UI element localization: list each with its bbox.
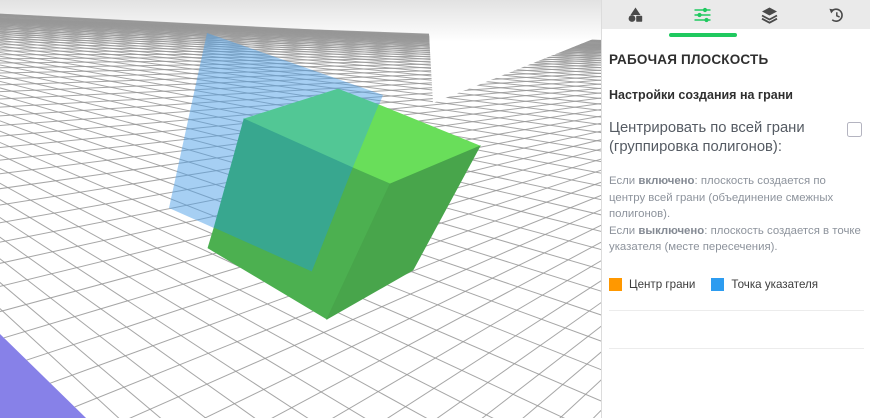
history-icon: [829, 7, 843, 22]
toggle-label: Центрировать по всей грани (группировка …: [609, 120, 805, 155]
help-seg: Если: [609, 175, 639, 187]
active-tab-indicator: [669, 33, 737, 37]
tab-shapes[interactable]: [602, 0, 669, 29]
panel-content: РАБОЧАЯ ПЛОСКОСТЬ Настройки создания на …: [602, 37, 870, 349]
legend-item-pointer: Точка указателя: [711, 277, 819, 291]
settings-panel: РАБОЧАЯ ПЛОСКОСТЬ Настройки создания на …: [601, 0, 870, 418]
shapes-icon: [628, 7, 643, 22]
help-seg: Если: [609, 224, 639, 237]
app-window: РАБОЧАЯ ПЛОСКОСТЬ Настройки создания на …: [0, 0, 870, 418]
tab-history[interactable]: [803, 0, 870, 29]
center-on-face-checkbox[interactable]: [847, 122, 862, 137]
tab-bar: [602, 0, 870, 37]
legend-label: Точка указателя: [731, 277, 819, 291]
center-on-face-row: Центрировать по всей грани (группировка …: [609, 119, 864, 157]
sliders-icon: [694, 7, 711, 22]
orange-swatch: [609, 277, 622, 291]
legend-item-face-center: Центр грани: [609, 277, 696, 291]
divider: [609, 347, 864, 349]
divider: [609, 309, 864, 311]
help-bold-off: выключено: [638, 224, 705, 237]
legend-label: Центр грани: [629, 277, 696, 291]
layers-icon: [761, 7, 778, 24]
tab-layers[interactable]: [736, 0, 803, 29]
tab-settings[interactable]: [669, 0, 736, 29]
panel-title: РАБОЧАЯ ПЛОСКОСТЬ: [609, 52, 769, 67]
legend: Центр грани Точка указателя: [609, 277, 864, 291]
blue-swatch: [711, 277, 725, 291]
help-text: Если включено: плоскость создается по це…: [609, 173, 864, 256]
3d-viewport[interactable]: [0, 0, 601, 418]
scene-canvas[interactable]: [0, 0, 601, 418]
section-title: Настройки создания на грани: [609, 88, 793, 102]
help-bold-on: включено: [638, 175, 695, 187]
